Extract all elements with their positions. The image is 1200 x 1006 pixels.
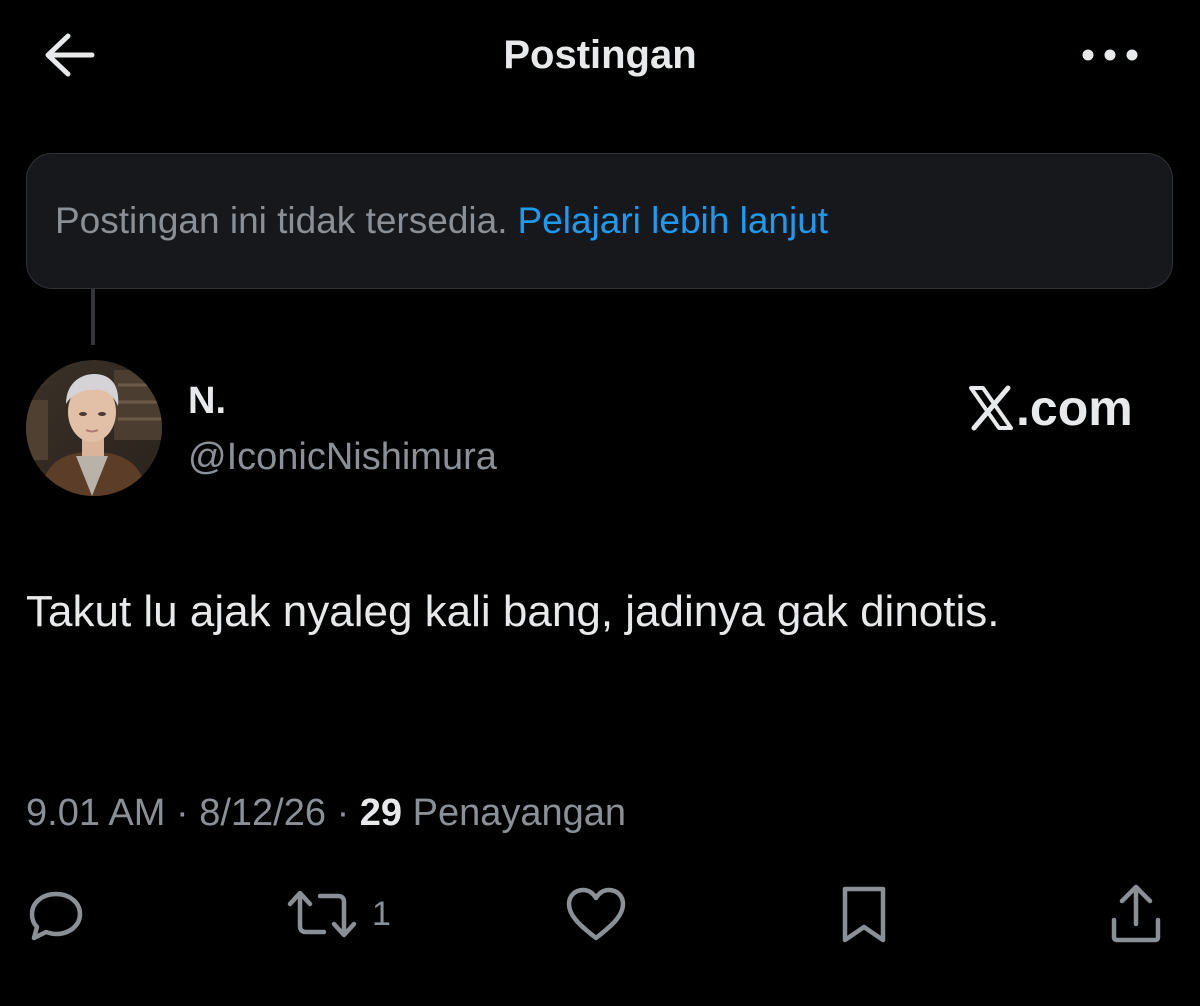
bookmark-button[interactable]	[836, 880, 892, 948]
brand-text: .com	[1016, 380, 1133, 436]
author-handle[interactable]: @IconicNishimura	[188, 436, 497, 479]
page-title: Postingan	[503, 33, 697, 77]
avatar-photo	[26, 360, 162, 496]
back-button[interactable]	[40, 28, 100, 82]
more-options-button[interactable]	[1078, 38, 1142, 72]
meta-separator: ·	[336, 792, 350, 834]
post-meta: 9.01 AM · 8/12/26 · 29 Penayangan	[26, 792, 626, 835]
reply-icon	[29, 891, 83, 941]
bookmark-icon	[842, 886, 886, 943]
x-com-watermark: .com	[968, 378, 1133, 438]
post-date: 8/12/26	[199, 792, 326, 834]
thread-connector-line	[91, 289, 95, 345]
more-horizontal-icon	[1082, 49, 1138, 61]
author-display-name[interactable]: N.	[188, 380, 226, 423]
repost-icon	[287, 890, 357, 938]
views-label: Penayangan	[412, 792, 627, 834]
repost-count: 1	[372, 894, 391, 933]
arrow-left-icon	[45, 33, 95, 77]
notice-text: Postingan ini tidak tersedia.	[55, 200, 508, 241]
avatar[interactable]	[26, 360, 162, 496]
learn-more-link[interactable]: Pelajari lebih lanjut	[518, 200, 829, 242]
reply-button[interactable]	[26, 880, 86, 948]
post-time: 9.01 AM	[26, 792, 166, 834]
meta-separator: ·	[175, 792, 189, 834]
repost-button[interactable]: 1	[286, 880, 391, 948]
views-count: 29	[359, 792, 403, 834]
share-icon	[1111, 884, 1161, 943]
share-button[interactable]	[1106, 880, 1166, 948]
heart-icon	[566, 887, 626, 941]
x-logo-icon	[969, 385, 1013, 431]
post-text: Takut lu ajak nyaleg kali bang, jadinya …	[26, 587, 1000, 636]
unavailable-post-notice: Postingan ini tidak tersedia. Pelajari l…	[26, 153, 1173, 289]
like-button[interactable]	[564, 880, 628, 948]
